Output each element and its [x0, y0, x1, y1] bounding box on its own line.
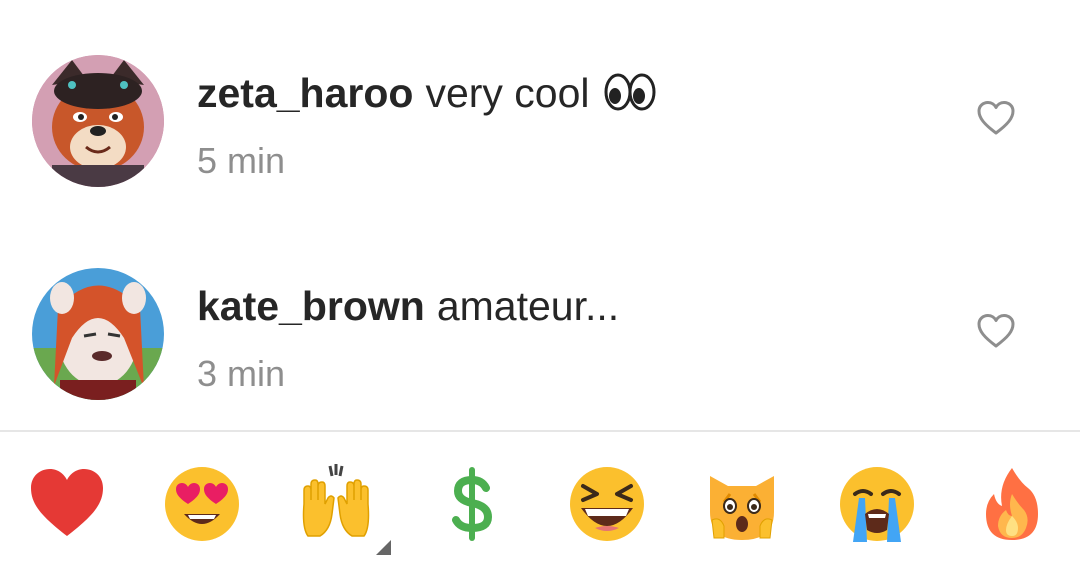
raising-hands-emoji[interactable]: [296, 464, 376, 544]
dollar-sign-emoji[interactable]: [432, 464, 512, 544]
comment-username[interactable]: zeta_haroo: [197, 70, 413, 116]
comment-item: zeta_haroo very cool 5 min: [0, 45, 1080, 195]
heart-outline-icon: [977, 101, 1015, 135]
fire-emoji[interactable]: [972, 464, 1052, 544]
weary-cat-emoji[interactable]: [702, 464, 782, 544]
heart-outline-icon: [977, 314, 1015, 348]
more-emojis-indicator-icon[interactable]: [376, 540, 391, 555]
like-button[interactable]: [976, 313, 1016, 349]
red-heart-emoji[interactable]: [27, 464, 107, 544]
comment-timestamp: 5 min: [197, 140, 286, 181]
comment-timestamp: 3 min: [197, 353, 286, 394]
avatar[interactable]: [32, 268, 164, 400]
avatar[interactable]: [32, 55, 164, 187]
avatar-image-fox: [32, 55, 164, 187]
emoji-reaction-bar: [0, 432, 1080, 583]
heart-eyes-emoji[interactable]: [162, 464, 242, 544]
like-button[interactable]: [976, 100, 1016, 136]
grinning-squinting-emoji[interactable]: [567, 464, 647, 544]
comment-username[interactable]: kate_brown: [197, 283, 425, 329]
comment-text: amateur...: [436, 283, 620, 329]
comment-body: kate_brown amateur...: [197, 280, 619, 332]
comment-text: very cool: [425, 70, 590, 116]
comments-list: zeta_haroo very cool 5 min kate_brown am…: [0, 0, 1080, 430]
avatar-image-redhead: [32, 268, 164, 400]
loudly-crying-emoji[interactable]: [837, 464, 917, 544]
comment-body: zeta_haroo very cool: [197, 67, 656, 119]
eyes-emoji: [604, 72, 656, 112]
comment-item: kate_brown amateur... 3 min: [0, 258, 1080, 408]
